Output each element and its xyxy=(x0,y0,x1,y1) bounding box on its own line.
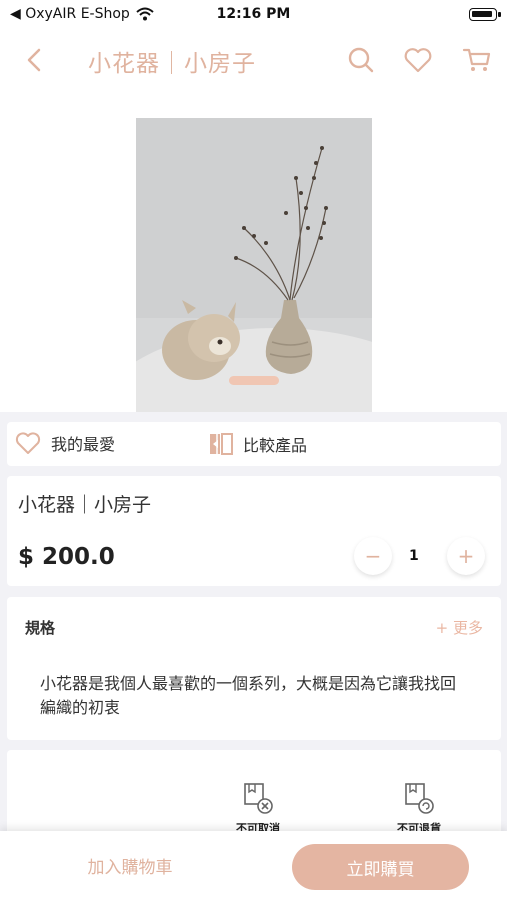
quantity-decrease-button[interactable]: − xyxy=(354,537,392,575)
buy-now-button[interactable]: 立即購買 xyxy=(292,844,469,890)
policy-card: 不可取消 不可退貨 xyxy=(7,750,501,840)
status-bar: ◀ OxyAIR E-Shop 12:16 PM xyxy=(0,0,507,30)
page-title: 小花器｜小房子 xyxy=(88,51,256,77)
nav-bar: 小花器｜小房子 xyxy=(0,30,507,90)
cart-icon[interactable] xyxy=(462,45,492,75)
heart-icon xyxy=(15,432,41,454)
policy-item-no-cancel: 不可取消 xyxy=(223,780,293,836)
product-name: 小花器｜小房子 xyxy=(18,494,152,516)
favorite-button[interactable]: 我的最愛 xyxy=(15,431,115,455)
no-cancel-icon xyxy=(244,783,273,814)
add-to-cart-button[interactable]: 加入購物車 xyxy=(60,853,200,878)
minus-icon: − xyxy=(364,544,382,568)
bottom-action-bar: 加入購物車 立即購買 xyxy=(0,831,507,900)
spec-card: 規格 + 更多 小花器是我個人最喜歡的一個系列，大概是因為它讓我找回編織的初衷 xyxy=(7,597,501,740)
more-link[interactable]: + 更多 xyxy=(436,617,483,638)
quantity-increase-button[interactable]: + xyxy=(447,537,485,575)
product-image-carousel[interactable] xyxy=(0,90,507,412)
status-time: 12:16 PM xyxy=(216,6,291,22)
buy-now-label: 立即購買 xyxy=(346,859,415,880)
search-icon[interactable] xyxy=(346,45,376,75)
back-icon[interactable] xyxy=(22,46,48,74)
compare-icon xyxy=(210,432,233,456)
product-actions-card: 我的最愛 比較產品 xyxy=(7,422,501,466)
no-return-icon xyxy=(405,783,434,814)
plus-icon: + xyxy=(457,544,475,568)
compare-button[interactable]: 比較產品 xyxy=(209,431,307,457)
spec-title: 規格 xyxy=(25,619,56,637)
favorite-label: 我的最愛 xyxy=(51,435,116,454)
product-price: $ 200.0 xyxy=(18,544,115,570)
battery-icon xyxy=(469,8,497,21)
spec-description: 小花器是我個人最喜歡的一個系列，大概是因為它讓我找回編織的初衷 xyxy=(40,674,457,717)
product-info-card: 小花器｜小房子 $ 200.0 − 1 + xyxy=(7,476,501,586)
policy-item-no-return: 不可退貨 xyxy=(384,780,454,836)
product-photo xyxy=(136,118,372,412)
carousel-indicator[interactable] xyxy=(229,376,279,385)
compare-label: 比較產品 xyxy=(243,436,308,455)
heart-icon[interactable] xyxy=(403,45,433,75)
quantity-value: 1 xyxy=(409,548,419,564)
